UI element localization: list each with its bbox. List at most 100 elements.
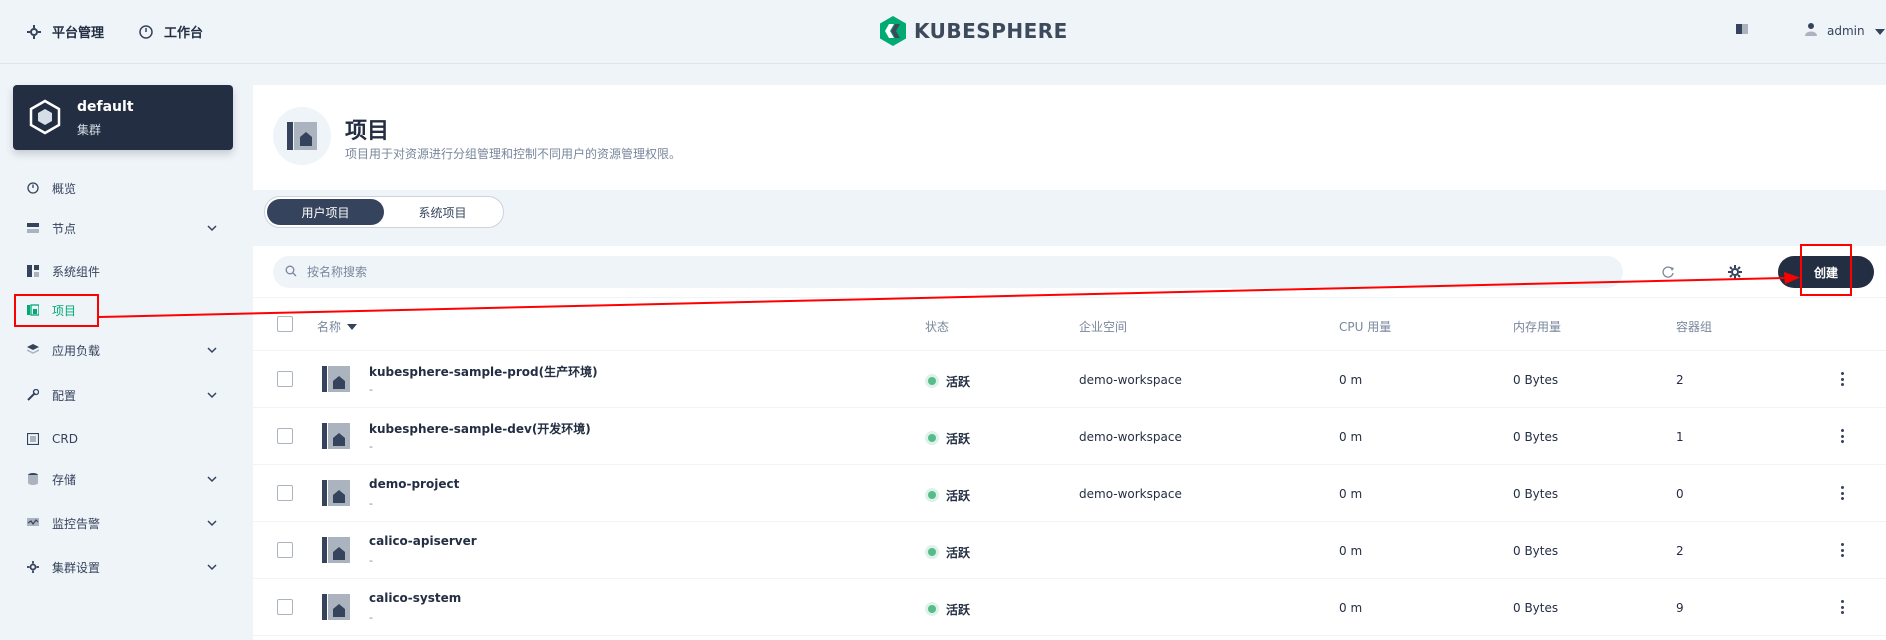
cluster-card[interactable]: default 集群 (13, 85, 233, 150)
memory-cell: 0 Bytes (1513, 430, 1559, 444)
wrench-icon (26, 388, 40, 402)
row-checkbox[interactable] (277, 599, 293, 615)
cpu-cell: 0 m (1339, 544, 1363, 558)
project-name-link[interactable]: kubesphere-sample-dev(开发环境) (369, 420, 591, 437)
row-checkbox[interactable] (277, 428, 293, 444)
more-actions-icon[interactable] (1836, 426, 1848, 446)
status-text: 活跃 (946, 375, 971, 389)
sidebar-item-label: 监控告警 (52, 516, 101, 531)
workspace-cell: demo-workspace (1079, 430, 1182, 444)
cpu-cell: 0 m (1339, 373, 1363, 387)
workbench-menu[interactable]: 工作台 (138, 22, 203, 41)
search-box[interactable] (273, 256, 1623, 288)
more-actions-icon[interactable] (1836, 540, 1848, 560)
status-indicator (928, 491, 936, 499)
monitor-icon (26, 516, 40, 530)
workspace-cell: demo-workspace (1079, 373, 1182, 387)
search-icon (285, 265, 297, 280)
project-type-tabs: 用户项目 系统项目 (264, 196, 504, 228)
column-status-header: 状态 (925, 320, 950, 334)
dashboard-icon (138, 24, 154, 40)
database-icon (26, 472, 40, 486)
sidebar-item-label: 配置 (52, 388, 77, 403)
sidebar-item-label: 节点 (52, 221, 77, 236)
book-icon (1735, 22, 1749, 39)
projects-table: 名称 状态 企业空间 CPU 用量 内存用量 容器组 kubesphere-sa… (253, 298, 1886, 640)
pods-cell: 2 (1676, 544, 1684, 558)
gear-icon (26, 24, 42, 40)
status-text: 活跃 (946, 432, 971, 446)
refresh-button[interactable] (1658, 262, 1678, 282)
pods-cell: 9 (1676, 601, 1684, 615)
project-description: - (369, 383, 373, 396)
docs-button[interactable] (1735, 22, 1749, 39)
sidebar-item-nodes[interactable]: 节点 (26, 216, 220, 240)
table-row[interactable]: calico-apiserver - 活跃 0 m 0 Bytes 2 (253, 522, 1886, 579)
annotation-highlight-projects (14, 294, 99, 327)
page-title: 项目 (345, 119, 390, 144)
server-icon (26, 221, 40, 235)
project-icon (322, 480, 350, 506)
sidebar-item-cluster-settings[interactable]: 集群设置 (26, 555, 220, 579)
column-header-label: 名称 (317, 320, 342, 334)
status-text: 活跃 (946, 603, 971, 617)
tab-user-projects[interactable]: 用户项目 (267, 199, 384, 225)
pods-cell: 1 (1676, 430, 1684, 444)
project-name-link[interactable]: calico-apiserver (369, 534, 477, 548)
sidebar-item-config[interactable]: 配置 (26, 383, 220, 407)
pods-cell: 2 (1676, 373, 1684, 387)
kubesphere-logo[interactable]: KUBESPHERE (880, 16, 1068, 46)
search-input[interactable] (307, 265, 1507, 279)
table-row[interactable]: demo-project - 活跃 demo-workspace 0 m 0 B… (253, 465, 1886, 522)
table-row[interactable]: kubesphere-sample-prod(生产环境) - 活跃 demo-w… (253, 351, 1886, 408)
sidebar-item-overview[interactable]: 概览 (26, 176, 220, 200)
project-name-link[interactable]: demo-project (369, 477, 459, 491)
table-row[interactable]: kubesphere-sample-dev(开发环境) - 活跃 demo-wo… (253, 408, 1886, 465)
cluster-type: 集群 (77, 123, 102, 137)
project-name-link[interactable]: kubesphere-sample-prod(生产环境) (369, 363, 598, 380)
project-icon (322, 366, 350, 392)
user-menu[interactable]: admin (1805, 22, 1885, 39)
tab-system-projects[interactable]: 系统项目 (384, 199, 501, 225)
more-actions-icon[interactable] (1836, 597, 1848, 617)
workspace-cell: demo-workspace (1079, 487, 1182, 501)
more-actions-icon[interactable] (1836, 369, 1848, 389)
status-indicator (928, 377, 936, 385)
sidebar-item-label: 系统组件 (52, 264, 101, 279)
user-name: admin (1827, 23, 1865, 38)
sidebar-item-workloads[interactable]: 应用负载 (26, 338, 220, 362)
settings-button[interactable] (1725, 262, 1745, 282)
row-checkbox[interactable] (277, 542, 293, 558)
column-memory-header: 内存用量 (1513, 320, 1562, 334)
sidebar-item-crd[interactable]: CRD (26, 427, 220, 451)
sidebar-item-storage[interactable]: 存储 (26, 467, 220, 491)
column-pods-header: 容器组 (1676, 320, 1713, 334)
project-name-link[interactable]: calico-system (369, 591, 461, 605)
chevron-down-icon (207, 520, 217, 527)
sidebar-item-label: CRD (52, 432, 78, 446)
project-description: - (369, 440, 373, 453)
table-toolbar: 创建 (253, 246, 1886, 298)
crd-icon (26, 432, 40, 446)
chevron-down-icon (207, 564, 217, 571)
sidebar-item-monitoring[interactable]: 监控告警 (26, 511, 220, 535)
column-workspace-header: 企业空间 (1079, 320, 1128, 334)
kubesphere-logo-icon (880, 16, 906, 46)
select-all-checkbox[interactable] (277, 316, 293, 332)
caret-down-icon (1874, 24, 1885, 38)
stack-icon (26, 343, 40, 357)
project-description: - (369, 554, 373, 567)
sidebar-item-label: 存储 (52, 472, 77, 487)
components-icon (26, 264, 40, 278)
row-checkbox[interactable] (277, 485, 293, 501)
table-row[interactable]: calico-system - 活跃 0 m 0 Bytes 9 (253, 579, 1886, 636)
column-name-header[interactable]: 名称 (317, 318, 358, 335)
project-icon (322, 594, 350, 620)
page-description: 项目用于对资源进行分组管理和控制不同用户的资源管理权限。 (345, 147, 682, 161)
status-indicator (928, 434, 936, 442)
more-actions-icon[interactable] (1836, 483, 1848, 503)
project-icon (322, 537, 350, 563)
platform-management-menu[interactable]: 平台管理 (26, 22, 104, 41)
row-checkbox[interactable] (277, 371, 293, 387)
sidebar-item-system-components[interactable]: 系统组件 (26, 259, 220, 283)
